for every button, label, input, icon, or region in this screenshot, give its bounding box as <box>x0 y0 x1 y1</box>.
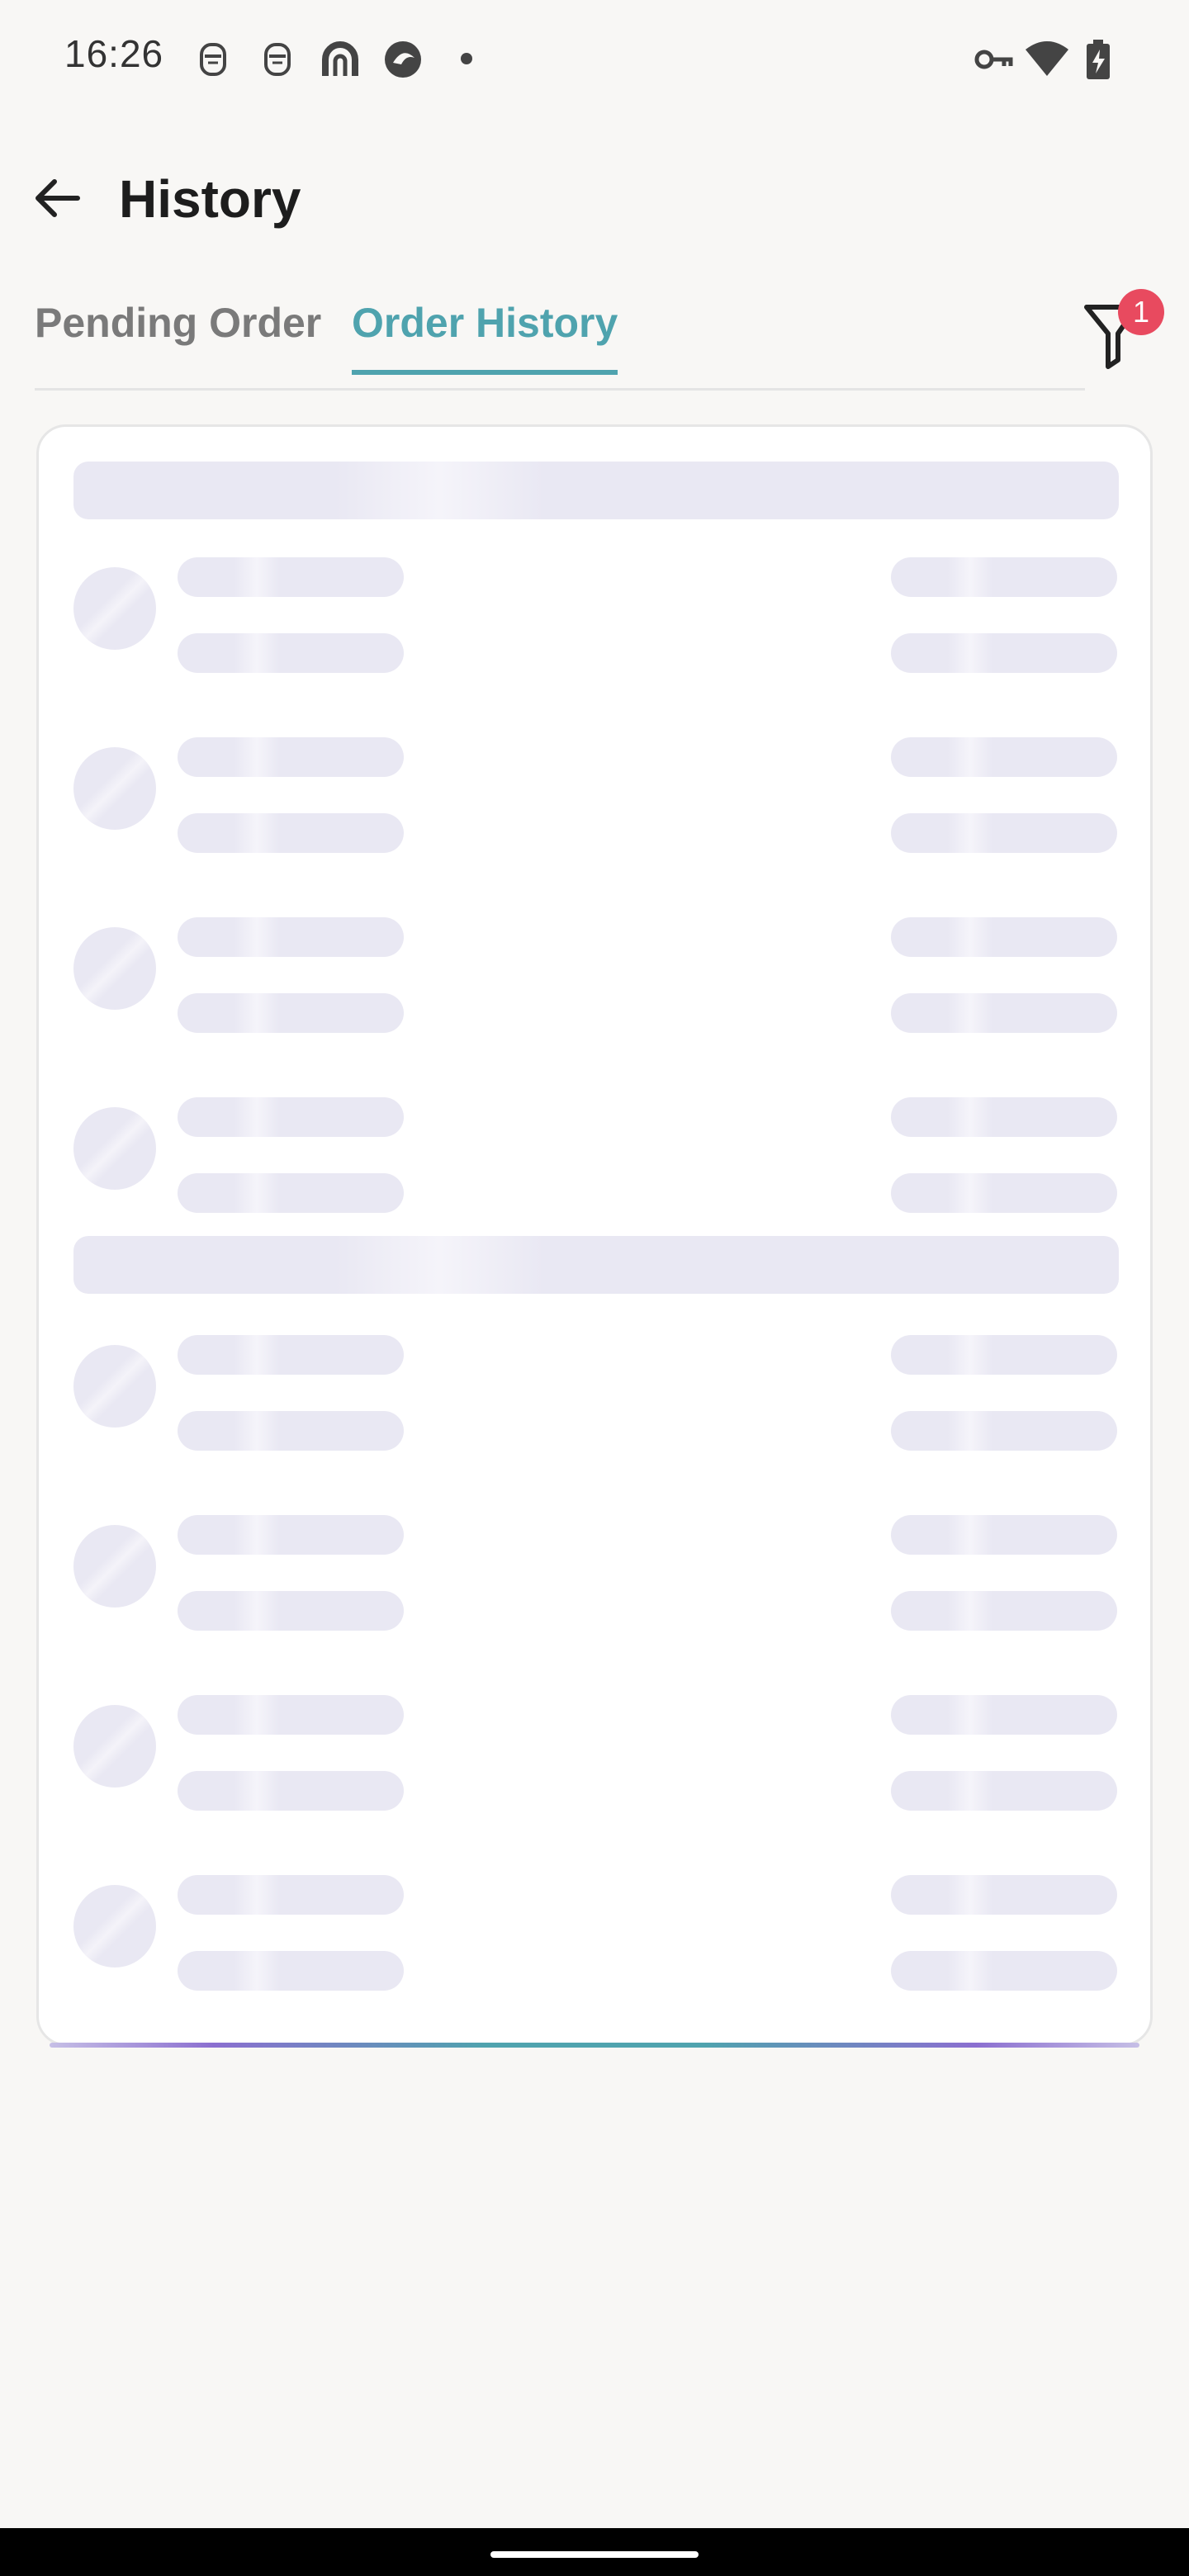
skeleton-avatar <box>73 1525 156 1608</box>
skeleton-avatar <box>73 1345 156 1428</box>
skeleton-section-header <box>73 462 1119 519</box>
tab-bar: Pending Order Order History <box>35 287 1085 391</box>
skeleton-avatar <box>73 927 156 1010</box>
skeleton-avatar <box>73 567 156 650</box>
skeleton-line <box>178 1097 404 1137</box>
tab-pending-order[interactable]: Pending Order <box>35 299 321 370</box>
skeleton-avatar <box>73 1107 156 1190</box>
arrow-left-icon <box>36 179 80 217</box>
back-button[interactable] <box>25 165 91 231</box>
order-history-loading-card <box>36 424 1153 2046</box>
skeleton-avatar <box>73 747 156 830</box>
skeleton-section-header <box>73 1236 1119 1294</box>
skeleton-line <box>891 917 1117 957</box>
skeleton-line <box>891 1951 1117 1991</box>
system-navigation-bar <box>0 2528 1189 2576</box>
vpn-key-icon <box>973 38 1016 81</box>
filter-count-badge: 1 <box>1118 289 1164 335</box>
skeleton-line <box>891 1411 1117 1451</box>
skeleton-line <box>891 1515 1117 1555</box>
status-time: 16:26 <box>64 32 164 75</box>
skeleton-line <box>891 633 1117 673</box>
skeleton-line <box>178 1515 404 1555</box>
skeleton-line <box>178 557 404 597</box>
skeleton-line <box>178 1951 404 1991</box>
skeleton-line <box>178 1411 404 1451</box>
loading-accent-line <box>50 2043 1139 2048</box>
skeleton-line <box>178 1173 404 1213</box>
skeleton-line <box>891 813 1117 853</box>
notification-face-icon <box>192 38 234 81</box>
skeleton-line <box>178 993 404 1033</box>
skeleton-line <box>891 1591 1117 1631</box>
skeleton-line <box>891 993 1117 1033</box>
status-bar: 16:26 <box>0 0 1189 121</box>
skeleton-line <box>178 737 404 777</box>
app-r-icon <box>319 38 362 81</box>
page-title: History <box>119 169 301 229</box>
skeleton-line <box>178 917 404 957</box>
app-bar: History <box>0 157 1189 248</box>
filter-button[interactable]: 1 <box>1078 289 1164 372</box>
skeleton-line <box>178 1335 404 1375</box>
skeleton-line <box>178 1875 404 1915</box>
skeleton-avatar <box>73 1705 156 1788</box>
skeleton-line <box>178 1591 404 1631</box>
skeleton-line <box>891 1771 1117 1811</box>
skeleton-line <box>891 557 1117 597</box>
wifi-icon <box>1024 38 1068 81</box>
skeleton-line <box>891 1695 1117 1735</box>
skeleton-line <box>178 633 404 673</box>
more-dot-icon <box>461 53 472 64</box>
skeleton-line <box>178 1695 404 1735</box>
tab-order-history[interactable]: Order History <box>352 299 618 375</box>
app-edge-icon <box>381 38 424 81</box>
skeleton-line <box>891 1335 1117 1375</box>
skeleton-line <box>891 1173 1117 1213</box>
skeleton-line <box>891 1097 1117 1137</box>
skeleton-line <box>178 1771 404 1811</box>
home-gesture-handle[interactable] <box>490 2551 699 2558</box>
skeleton-line <box>891 737 1117 777</box>
skeleton-avatar <box>73 1885 156 1968</box>
notification-face-icon <box>256 38 299 81</box>
skeleton-line <box>178 813 404 853</box>
skeleton-line <box>891 1875 1117 1915</box>
battery-charging-icon <box>1082 38 1125 81</box>
